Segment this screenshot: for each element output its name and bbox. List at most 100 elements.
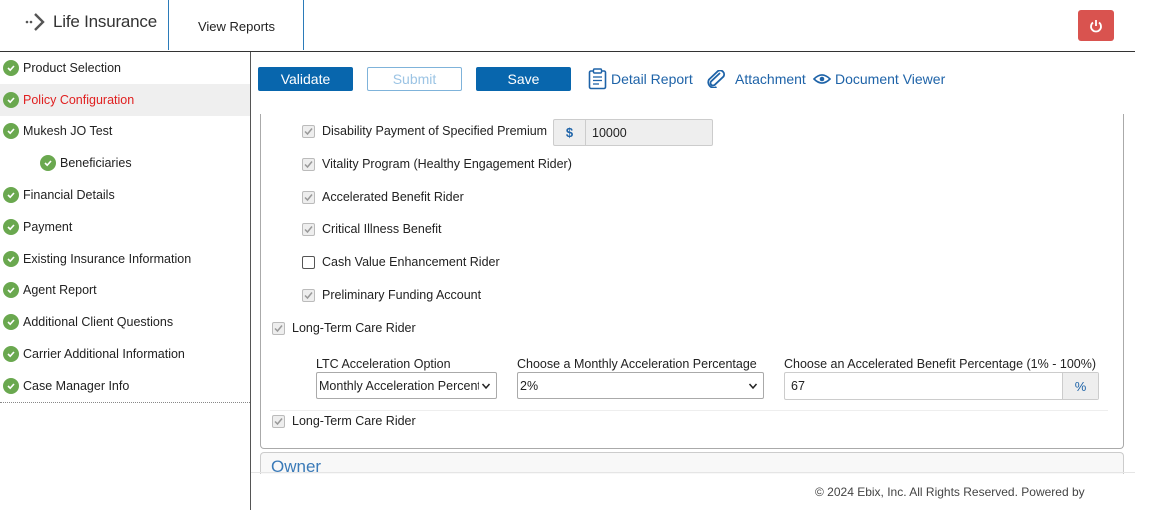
- sidebar-item-product-selection[interactable]: Product Selection: [0, 52, 250, 84]
- sidebar-item-policy-configuration[interactable]: Policy Configuration: [0, 83, 250, 116]
- sidebar-divider: [250, 52, 251, 510]
- document-viewer-label: Document Viewer: [835, 71, 946, 87]
- rider-label: Critical Illness Benefit: [322, 222, 442, 236]
- rider-long-term-care-2[interactable]: Long-Term Care Rider: [272, 414, 416, 428]
- sidebar-item-case-manager-info[interactable]: Case Manager Info: [0, 370, 250, 402]
- benefit-percentage-field[interactable]: 67 %: [784, 372, 1099, 400]
- rider-label: Long-Term Care Rider: [292, 321, 416, 335]
- percent-icon: %: [1062, 373, 1098, 399]
- sidebar-item-label: Policy Configuration: [23, 92, 135, 107]
- logo[interactable]: Life Insurance: [25, 11, 157, 33]
- sidebar-item-payment[interactable]: Payment: [0, 211, 250, 243]
- sidebar-item-label: Carrier Additional Information: [23, 347, 185, 362]
- check-circle-icon: [3, 59, 19, 76]
- rider-label: Long-Term Care Rider: [292, 414, 416, 428]
- checkbox-checked-disabled[interactable]: [272, 414, 285, 428]
- chevron-down-icon: [748, 383, 758, 390]
- logout-button[interactable]: [1078, 10, 1114, 41]
- check-circle-icon: [3, 187, 19, 204]
- rider-label: Vitality Program (Healthy Engagement Rid…: [322, 157, 572, 171]
- rider-preliminary-funding[interactable]: Preliminary Funding Account: [302, 288, 481, 302]
- attachment-link[interactable]: Attachment: [705, 67, 806, 91]
- submit-button[interactable]: Submit: [367, 67, 462, 91]
- check-circle-icon: [3, 91, 19, 108]
- monthly-acceleration-label: Choose a Monthly Acceleration Percentage: [517, 357, 757, 371]
- checkbox-checked-disabled[interactable]: [302, 288, 315, 302]
- check-circle-icon: [3, 218, 19, 235]
- checkbox-unchecked[interactable]: [302, 255, 315, 269]
- sidebar-item-label: Case Manager Info: [23, 378, 130, 393]
- rider-critical-illness[interactable]: Critical Illness Benefit: [302, 222, 442, 236]
- ltc-option-value: Monthly Acceleration Percentage: [319, 378, 479, 393]
- rider-label: Preliminary Funding Account: [322, 288, 482, 302]
- sidebar-item-label: Existing Insurance Information: [23, 251, 192, 266]
- view-reports-link[interactable]: View Reports: [170, 0, 303, 50]
- ltc-option-select[interactable]: Monthly Acceleration Percentage: [316, 372, 497, 399]
- check-circle-icon: [3, 250, 19, 267]
- sidebar-item-label: Agent Report: [23, 283, 97, 298]
- check-circle-icon: [3, 377, 19, 394]
- monthly-acceleration-select[interactable]: 2%: [517, 372, 764, 399]
- sidebar-item-agent-report[interactable]: Agent Report: [0, 275, 250, 307]
- sidebar-item-additional-client-questions[interactable]: Additional Client Questions: [0, 306, 250, 338]
- rider-cash-value[interactable]: Cash Value Enhancement Rider: [302, 255, 500, 269]
- validate-button[interactable]: Validate: [258, 67, 353, 91]
- sidebar-item-label: Mukesh JO Test: [23, 124, 113, 139]
- sidebar-item-label: Payment: [23, 219, 73, 234]
- detail-report-link[interactable]: Detail Report: [588, 67, 693, 91]
- monthly-acceleration-value: 2%: [520, 378, 539, 393]
- attachment-label: Attachment: [735, 71, 806, 87]
- header-divider: [168, 0, 169, 50]
- checkbox-checked-disabled[interactable]: [302, 190, 315, 204]
- sidebar-item-financial-details[interactable]: Financial Details: [0, 179, 250, 211]
- owner-title: Owner: [271, 457, 322, 476]
- dollar-icon: $: [554, 120, 586, 145]
- ltc-option-label: LTC Acceleration Option: [316, 357, 451, 371]
- sidebar-item-beneficiaries[interactable]: Beneficiaries: [0, 147, 250, 179]
- check-circle-icon: [3, 346, 19, 363]
- paperclip-icon: [707, 70, 725, 88]
- rider-accelerated-benefit[interactable]: Accelerated Benefit Rider: [302, 190, 464, 204]
- header-divider: [303, 0, 304, 50]
- rider-label: Accelerated Benefit Rider: [322, 190, 464, 204]
- sidebar-item-carrier-additional-info[interactable]: Carrier Additional Information: [0, 338, 250, 370]
- document-viewer-link[interactable]: Document Viewer: [813, 67, 945, 91]
- rider-label: Cash Value Enhancement Rider: [322, 255, 500, 269]
- app-header: Life Insurance View Reports: [0, 0, 1135, 52]
- benefit-percentage-label: Choose an Accelerated Benefit Percentage…: [784, 357, 1096, 371]
- checkbox-checked-disabled[interactable]: [272, 321, 285, 335]
- footer-copyright: © 2024 Ebix, Inc. All Rights Reserved. P…: [815, 485, 1085, 499]
- rider-label: Disability Payment of Specified Premium: [322, 124, 548, 138]
- checkbox-checked-disabled[interactable]: [302, 157, 315, 171]
- check-circle-icon: [3, 123, 19, 140]
- rider-vitality[interactable]: Vitality Program (Healthy Engagement Rid…: [302, 157, 572, 171]
- disability-amount-value: 10000: [592, 125, 627, 140]
- check-circle-icon: [3, 282, 19, 299]
- app-title: Life Insurance: [53, 12, 157, 31]
- sidebar-item-existing-insurance[interactable]: Existing Insurance Information: [0, 243, 250, 275]
- rider-disability[interactable]: Disability Payment of Specified Premium: [302, 124, 547, 138]
- sidebar-item-mukesh-jo-test[interactable]: Mukesh JO Test: [0, 116, 250, 148]
- sidebar-item-label: Financial Details: [23, 188, 115, 203]
- check-circle-icon: [40, 155, 56, 172]
- rider-long-term-care[interactable]: Long-Term Care Rider: [272, 321, 416, 335]
- sidebar: Product Selection Policy Configuration M…: [0, 52, 250, 403]
- power-icon: [1090, 19, 1102, 32]
- owner-section-header[interactable]: Owner: [260, 452, 1124, 476]
- check-circle-icon: [3, 314, 19, 331]
- divider: [270, 410, 1108, 411]
- detail-report-label: Detail Report: [611, 71, 693, 87]
- save-button[interactable]: Save: [476, 67, 571, 91]
- sidebar-item-label: Beneficiaries: [60, 156, 132, 171]
- sidebar-item-label: Product Selection: [23, 60, 121, 75]
- logo-arrow-icon: [25, 13, 45, 31]
- disability-amount-field[interactable]: $ 10000: [553, 119, 713, 146]
- checkbox-checked-disabled[interactable]: [302, 124, 315, 138]
- benefit-percentage-value: 67: [791, 379, 805, 393]
- eye-icon: [813, 74, 831, 84]
- footer-divider: [251, 472, 1135, 473]
- checkbox-checked-disabled[interactable]: [302, 222, 315, 236]
- chevron-down-icon: [481, 383, 491, 390]
- toolbar: Validate Submit Save Detail Report Attac…: [251, 52, 1135, 114]
- sidebar-item-label: Additional Client Questions: [23, 315, 174, 330]
